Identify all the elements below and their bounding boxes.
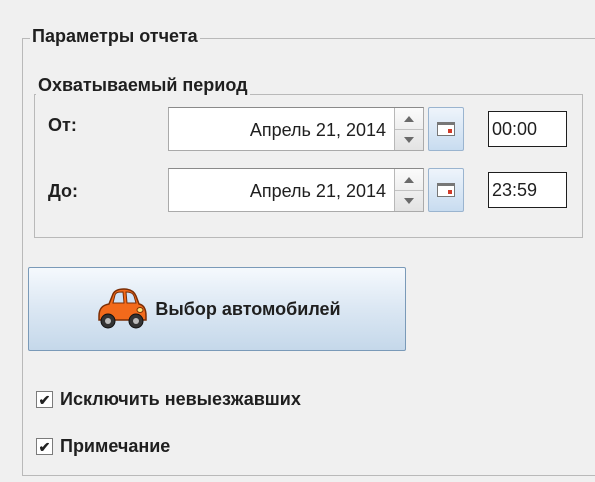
to-date-spinner[interactable]	[394, 169, 423, 211]
spinner-down-button[interactable]	[395, 129, 423, 150]
triangle-down-icon	[404, 136, 414, 143]
spinner-up-button[interactable]	[395, 169, 423, 191]
to-label: До:	[48, 181, 79, 201]
exclude-idle-checkbox[interactable]: ✔	[36, 391, 53, 408]
car-icon	[98, 288, 148, 329]
calendar-icon	[437, 183, 455, 197]
to-calendar-button[interactable]	[428, 168, 464, 212]
from-label: От:	[48, 115, 77, 135]
from-date-spinner[interactable]	[394, 108, 423, 150]
period-title: Охватываемый период	[36, 75, 250, 95]
triangle-up-icon	[404, 115, 414, 122]
from-calendar-button[interactable]	[428, 107, 464, 151]
select-cars-label: Выбор автомобилей	[155, 298, 341, 319]
spinner-up-button[interactable]	[395, 108, 423, 130]
from-time-field[interactable]: 00:00	[488, 111, 567, 147]
triangle-up-icon	[404, 176, 414, 183]
from-date-field[interactable]: Апрель 21, 2014	[168, 107, 424, 151]
note-checkbox[interactable]: ✔	[36, 438, 53, 455]
to-date-value: Апрель 21, 2014	[249, 181, 386, 201]
select-cars-button[interactable]: Выбор автомобилей	[28, 267, 406, 351]
report-params-title: Параметры отчета	[30, 26, 200, 46]
to-date-field[interactable]: Апрель 21, 2014	[168, 168, 424, 212]
to-time-field[interactable]: 23:59	[488, 172, 567, 208]
exclude-idle-label[interactable]: Исключить невыезжавших	[60, 388, 301, 410]
calendar-icon	[437, 122, 455, 136]
from-date-value: Апрель 21, 2014	[249, 120, 386, 140]
spinner-down-button[interactable]	[395, 190, 423, 211]
note-label[interactable]: Примечание	[60, 435, 170, 457]
triangle-down-icon	[404, 197, 414, 204]
